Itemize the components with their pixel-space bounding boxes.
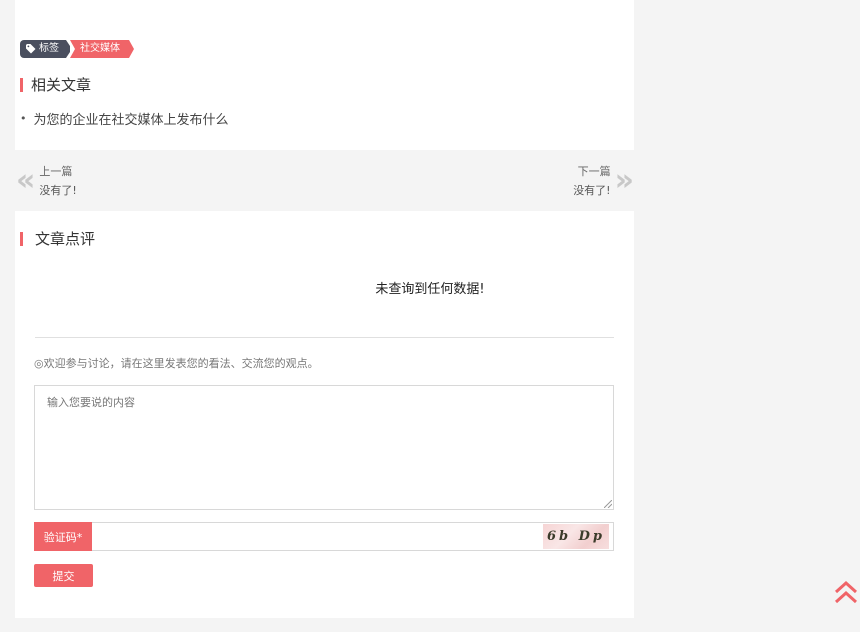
comment-textarea[interactable] (34, 385, 614, 510)
related-article-item[interactable]: 为您的企业在社交媒体上发布什么 (20, 109, 229, 128)
prev-article-value: 没有了! (39, 184, 77, 197)
tag-label: 标签 (20, 40, 72, 58)
captcha-input[interactable] (92, 523, 543, 550)
tag-bar: 标签 社交媒体 (20, 40, 134, 58)
related-articles-title: 相关文章 (20, 78, 91, 93)
comments-title: 文章点评 (20, 232, 95, 247)
captcha-image[interactable]: 6b Dp (543, 524, 609, 549)
double-chevron-left-icon: « (16, 163, 36, 198)
next-article-label: 下一篇 (577, 165, 611, 178)
related-articles-list: 为您的企业在社交媒体上发布什么 (20, 109, 229, 128)
tag-icon (26, 44, 36, 54)
prev-article-label: 上一篇 (39, 165, 73, 178)
double-chevron-right-icon: » (614, 163, 634, 198)
divider (35, 337, 614, 338)
next-article-value: 没有了! (573, 184, 611, 197)
tag-link-social-media[interactable]: 社交媒体 (70, 40, 134, 58)
comment-hint: ◎欢迎参与讨论，请在这里发表您的看法、交流您的观点。 (34, 357, 319, 370)
empty-comments-message: 未查询到任何数据! (375, 282, 485, 297)
related-article-link[interactable]: 为您的企业在社交媒体上发布什么 (34, 109, 229, 128)
prev-article-link[interactable]: « 上一篇 没有了! (16, 162, 77, 200)
captcha-row: 验证码* 6b Dp (34, 522, 614, 551)
submit-button[interactable]: 提交 (34, 564, 93, 587)
next-article-link[interactable]: 下一篇 没有了! » (573, 162, 634, 200)
tag-label-text: 标签 (39, 43, 59, 54)
double-chevron-up-icon[interactable] (833, 579, 859, 605)
captcha-label: 验证码* (34, 522, 92, 551)
resize-grip-icon[interactable] (604, 500, 612, 508)
